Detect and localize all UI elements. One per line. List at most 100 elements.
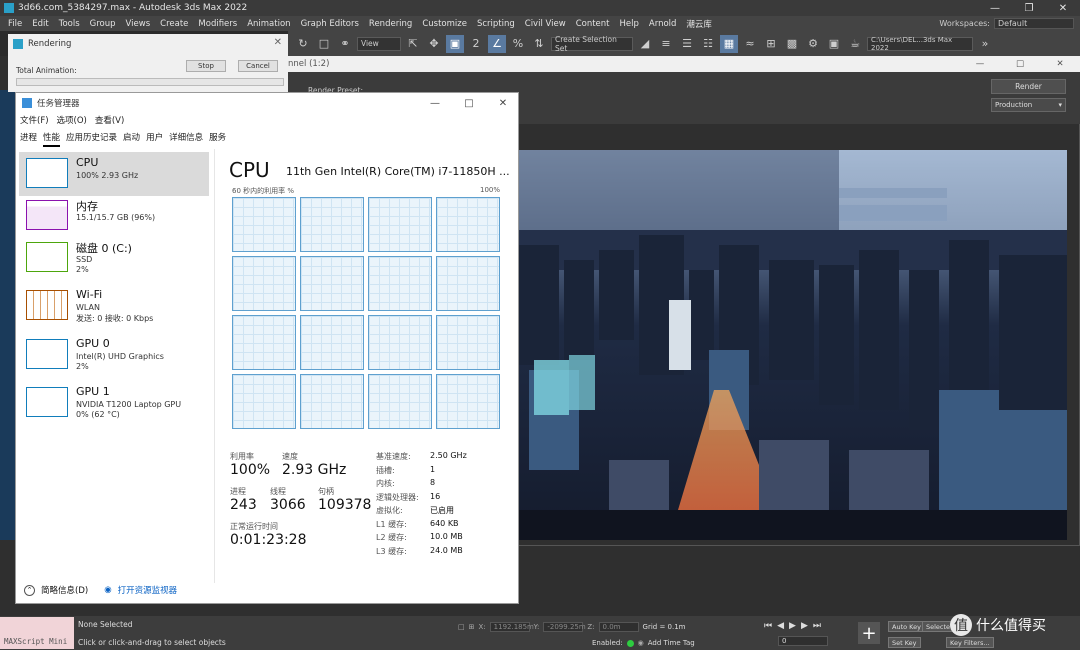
tab-processes[interactable]: 进程: [20, 131, 37, 147]
tm-minimize-icon[interactable]: —: [418, 98, 452, 109]
view-dropdown[interactable]: View: [357, 36, 401, 51]
render-button[interactable]: Render: [991, 79, 1066, 94]
undo-icon[interactable]: ↻: [294, 35, 312, 53]
render-restore-icon[interactable]: □: [1000, 59, 1040, 69]
core-graph: [368, 256, 432, 311]
tab-startup[interactable]: 启动: [123, 131, 140, 147]
frame-field[interactable]: 0: [778, 636, 828, 646]
rendering-close-icon[interactable]: ✕: [274, 37, 282, 48]
menu-civil-view[interactable]: Civil View: [520, 19, 571, 29]
menu-scripting[interactable]: Scripting: [472, 19, 520, 29]
go-end-icon[interactable]: ⏭: [813, 621, 821, 631]
layer-icon[interactable]: ☰: [678, 35, 696, 53]
curve-editor-icon[interactable]: ≈: [741, 35, 759, 53]
production-dropdown[interactable]: Production ▾: [991, 98, 1066, 112]
menu-chaoyun[interactable]: 潮云库: [681, 18, 717, 30]
resource-gpu0[interactable]: GPU 0 Intel(R) UHD Graphics 2%: [19, 333, 209, 377]
menu-rendering[interactable]: Rendering: [364, 19, 417, 29]
align-icon[interactable]: ≡: [657, 35, 675, 53]
tm-menu-view[interactable]: 查看(V): [95, 114, 124, 126]
menu-group[interactable]: Group: [85, 19, 121, 29]
resource-gpu1[interactable]: GPU 1 NVIDIA T1200 Laptop GPU 0% (62 °C): [19, 381, 209, 425]
lock-icon[interactable]: □: [458, 623, 465, 631]
percent-snap-icon[interactable]: %: [509, 35, 527, 53]
menu-create[interactable]: Create: [155, 19, 193, 29]
enabled-toggle-icon[interactable]: [626, 639, 634, 647]
resource-wifi[interactable]: Wi-Fi WLAN 发送: 0 接收: 0 Kbps: [19, 284, 209, 328]
scene-explorer-icon[interactable]: ▦: [720, 34, 738, 53]
resource-memory[interactable]: 内存 15.1/15.7 GB (96%): [19, 194, 209, 238]
y-field[interactable]: -2099.25m: [543, 622, 586, 632]
tab-performance[interactable]: 性能: [43, 131, 61, 147]
angle-snap-icon[interactable]: ∠: [488, 34, 506, 53]
tab-details[interactable]: 详细信息: [169, 131, 203, 147]
cancel-button[interactable]: Cancel: [238, 60, 278, 72]
max-logo-icon: [4, 3, 14, 13]
menu-edit[interactable]: Edit: [27, 19, 53, 29]
resource-cpu[interactable]: CPU 100% 2.93 GHz: [19, 152, 209, 196]
add-time-tag-icon[interactable]: ◉: [638, 639, 644, 647]
render-frame-icon[interactable]: ▣: [825, 35, 843, 53]
select-object-icon[interactable]: ⇱: [404, 35, 422, 53]
resource-monitor-link[interactable]: 打开资源监视器: [118, 584, 178, 596]
menu-help[interactable]: Help: [615, 19, 644, 29]
tm-menu-file[interactable]: 文件(F): [20, 114, 49, 126]
render-setup-icon[interactable]: ⚙: [804, 35, 822, 53]
minimize-icon[interactable]: —: [978, 3, 1012, 14]
spinner-snap-icon[interactable]: ⇅: [530, 35, 548, 53]
resource-disk[interactable]: 磁盘 0 (C:) SSD 2%: [19, 236, 209, 280]
render-minimize-icon[interactable]: —: [960, 59, 1000, 69]
select-region-icon[interactable]: □: [315, 35, 333, 53]
mirror-icon[interactable]: ◢: [636, 35, 654, 53]
resource-list: CPU 100% 2.93 GHz 内存 15.1/15.7 GB (96%) …: [16, 149, 212, 583]
workspace-dropdown[interactable]: Default: [994, 18, 1074, 29]
tab-users[interactable]: 用户: [146, 131, 163, 147]
z-field[interactable]: 0.0m: [598, 622, 639, 632]
gpu1-mini-graph: [26, 387, 68, 417]
play-icon[interactable]: ▶: [789, 621, 796, 631]
tab-services[interactable]: 服务: [209, 131, 226, 147]
menu-arnold[interactable]: Arnold: [644, 19, 682, 29]
menu-tools[interactable]: Tools: [54, 19, 85, 29]
move-icon[interactable]: ✥: [425, 35, 443, 53]
scale-icon[interactable]: ▣: [446, 34, 464, 53]
add-icon[interactable]: +: [858, 622, 880, 644]
collapse-icon[interactable]: ⌃: [24, 584, 35, 596]
tm-menu-options[interactable]: 选项(O): [57, 114, 87, 126]
menu-file[interactable]: File: [3, 19, 27, 29]
material-icon[interactable]: ▩: [783, 35, 801, 53]
absolute-mode-icon[interactable]: ⊞: [469, 623, 475, 631]
more-icon[interactable]: »: [976, 35, 994, 53]
tm-close-icon[interactable]: ✕: [486, 98, 520, 109]
menu-customize[interactable]: Customize: [417, 19, 472, 29]
tm-maximize-icon[interactable]: □: [452, 98, 486, 109]
selection-set-dropdown[interactable]: Create Selection Set: [551, 35, 633, 53]
menu-graph-editors[interactable]: Graph Editors: [296, 19, 364, 29]
render-icon[interactable]: ☕: [846, 35, 864, 53]
menu-views[interactable]: Views: [121, 19, 156, 29]
schematic-icon[interactable]: ⊞: [762, 35, 780, 53]
snap-icon[interactable]: 2​: [467, 35, 485, 53]
stop-button[interactable]: Stop: [186, 60, 226, 72]
go-start-icon[interactable]: ⏮: [764, 621, 772, 631]
auto-key-button[interactable]: Auto Key: [888, 621, 925, 632]
spec-key: 插槽:: [376, 465, 395, 475]
brief-info-link[interactable]: 简略信息(D): [41, 584, 88, 596]
ribbon-icon[interactable]: ☷: [699, 35, 717, 53]
link-icon[interactable]: ⚭: [336, 35, 354, 53]
set-key-button[interactable]: Set Key: [888, 637, 921, 648]
menu-modifiers[interactable]: Modifiers: [193, 19, 242, 29]
x-field[interactable]: 1192.185m: [489, 622, 534, 632]
render-close-icon[interactable]: ✕: [1040, 59, 1080, 69]
restore-icon[interactable]: ❐: [1012, 3, 1046, 14]
tab-app-history[interactable]: 应用历史记录: [66, 131, 117, 147]
menu-animation[interactable]: Animation: [242, 19, 295, 29]
close-icon[interactable]: ✕: [1046, 3, 1080, 14]
add-time-tag[interactable]: Add Time Tag: [648, 639, 695, 647]
next-frame-icon[interactable]: ▶: [801, 621, 808, 631]
maxscript-listener[interactable]: MAXScript Mini: [0, 617, 74, 649]
key-filters-button[interactable]: Key Filters...: [946, 637, 994, 648]
project-path[interactable]: C:\Users\DEL...3ds Max 2022: [867, 36, 973, 52]
prev-frame-icon[interactable]: ◀: [777, 621, 784, 631]
menu-content[interactable]: Content: [571, 19, 615, 29]
